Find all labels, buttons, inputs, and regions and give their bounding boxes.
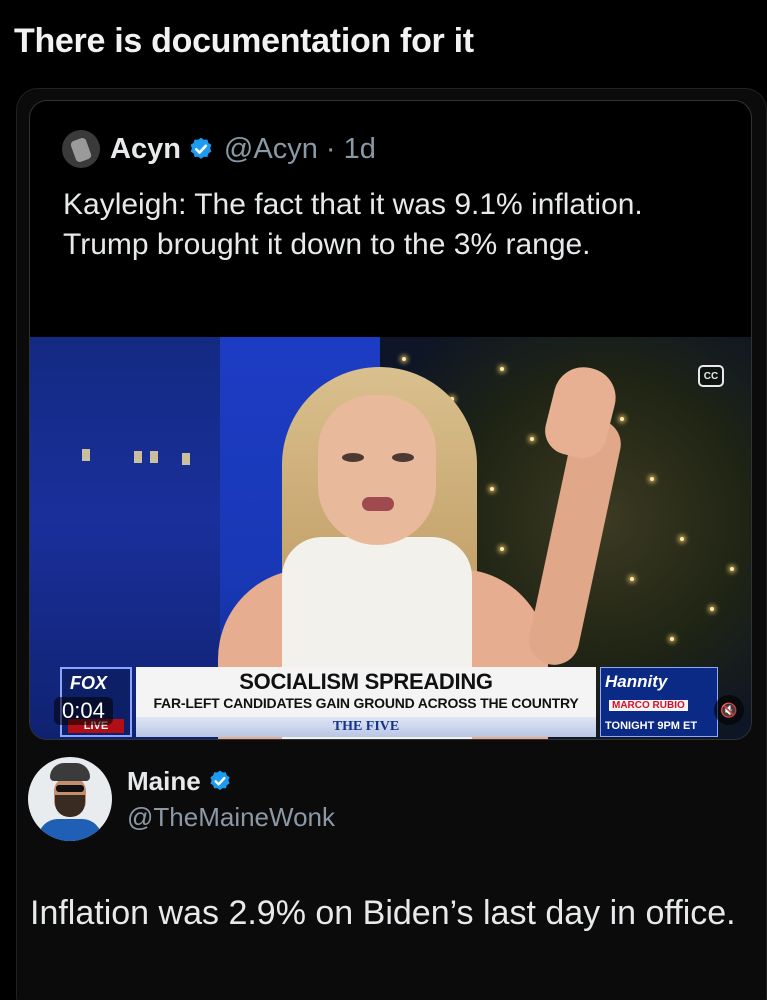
- author-handle[interactable]: @TheMaineWonk: [127, 802, 335, 833]
- presenter-eye: [392, 453, 414, 462]
- tree-light: [620, 417, 624, 421]
- verified-badge-icon: [188, 136, 214, 162]
- promo-time: TONIGHT 9PM ET: [605, 720, 698, 732]
- avatar-glasses: [56, 785, 84, 792]
- tree-light: [530, 437, 534, 441]
- reply-text: Inflation was 2.9% on Biden’s last day i…: [30, 894, 736, 932]
- video-timestamp: 0:04: [54, 697, 113, 725]
- author-handle-time: @Acyn · 1d: [223, 132, 376, 165]
- presenter-face: [318, 395, 436, 545]
- chyron-headline: SOCIALISM SPREADING: [239, 669, 493, 694]
- quoted-post-text: Kayleigh: The fact that it was 9.1% infl…: [63, 188, 643, 261]
- window-light: [182, 453, 190, 465]
- window-light: [134, 451, 142, 463]
- avatar-shirt: [38, 819, 102, 841]
- avatar[interactable]: [62, 130, 100, 168]
- presenter-eye: [342, 453, 364, 462]
- tree-light: [680, 537, 684, 541]
- avatar-beard: [55, 795, 85, 817]
- reply-author[interactable]: Maine: [127, 766, 234, 797]
- show-promo: Hannity MARCO RUBIO TONIGHT 9PM ET: [600, 667, 718, 737]
- tree-light: [500, 547, 504, 551]
- tree-light: [650, 477, 654, 481]
- tree-light: [630, 577, 634, 581]
- promo-show-name: Hannity: [605, 672, 668, 691]
- window-light: [150, 451, 158, 463]
- closed-captions-button[interactable]: CC: [698, 365, 724, 387]
- tree-light: [670, 637, 674, 641]
- avatar-cap: [50, 763, 90, 781]
- tree-light: [500, 367, 504, 371]
- verified-badge-icon: [208, 769, 234, 795]
- page-title: There is documentation for it: [14, 22, 474, 60]
- mute-icon[interactable]: 🔇: [714, 695, 744, 725]
- tree-light: [490, 487, 494, 491]
- tree-light: [710, 607, 714, 611]
- presenter-mouth: [362, 497, 394, 511]
- video-player[interactable]: CC FOX LIVE SOCIALISM SPREADING FAR-LEFT…: [30, 337, 751, 739]
- news-lower-third: FOX LIVE SOCIALISM SPREADING FAR-LEFT CA…: [60, 667, 750, 737]
- show-name: THE FIVE: [136, 717, 596, 737]
- window-light: [82, 449, 90, 461]
- author-name[interactable]: Acyn: [110, 133, 181, 166]
- author-name[interactable]: Maine: [127, 766, 201, 797]
- tree-light: [730, 567, 734, 571]
- promo-guest: MARCO RUBIO: [609, 700, 688, 711]
- network-logo-text: FOX: [70, 673, 108, 693]
- tree-light: [402, 357, 406, 361]
- chyron-subheadline: FAR-LEFT CANDIDATES GAIN GROUND ACROSS T…: [153, 695, 579, 711]
- quoted-post[interactable]: Acyn @Acyn · 1d Kayleigh: The fact that …: [29, 100, 752, 740]
- avatar[interactable]: [28, 757, 112, 841]
- quoted-post-header: Acyn @Acyn · 1d: [62, 129, 376, 169]
- chyron: SOCIALISM SPREADING FAR-LEFT CANDIDATES …: [136, 667, 596, 737]
